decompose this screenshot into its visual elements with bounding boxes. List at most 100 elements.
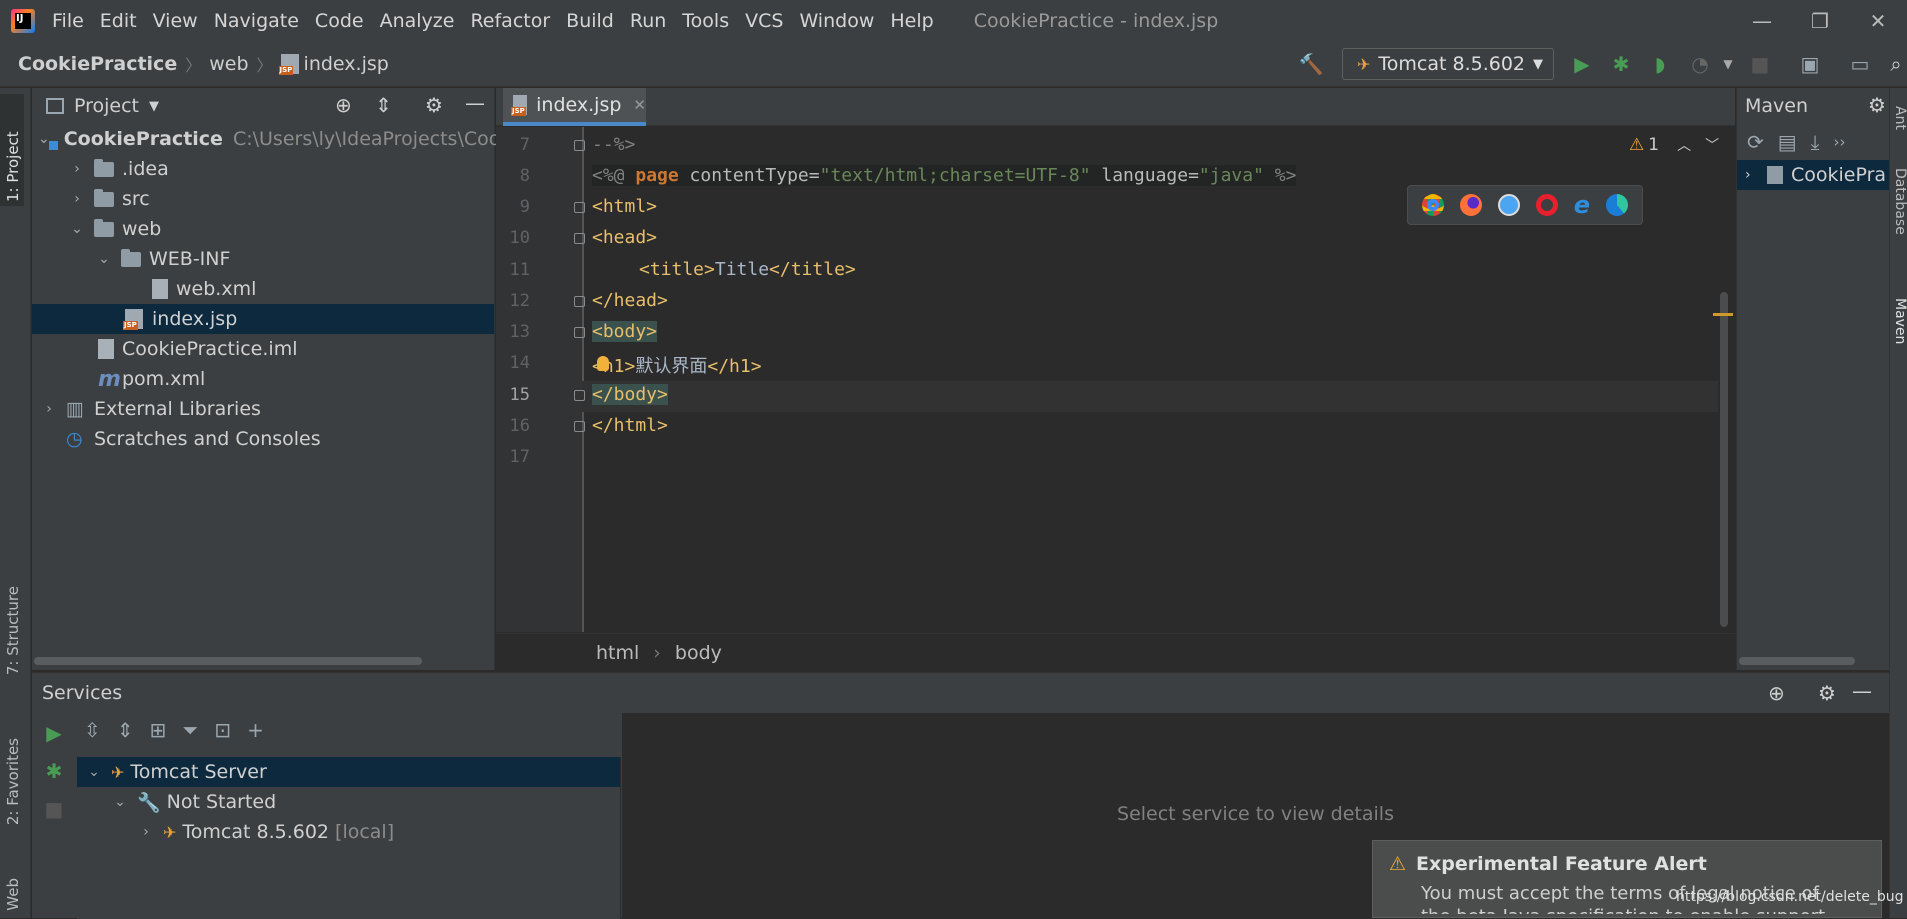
run-icon[interactable]: ▶ bbox=[1568, 50, 1596, 78]
tab-index-jsp[interactable]: index.jsp ✕ bbox=[503, 88, 646, 126]
gear-icon[interactable]: ⚙ bbox=[425, 93, 443, 117]
tree-item-web[interactable]: ⌄ web bbox=[32, 214, 494, 244]
restore-icon[interactable]: ❐ bbox=[1791, 0, 1849, 42]
fold-marker-icon[interactable] bbox=[574, 327, 585, 338]
chevron-down-icon[interactable]: ⌄ bbox=[93, 251, 115, 267]
add-icon[interactable]: + bbox=[247, 718, 264, 742]
tree-item-iml[interactable]: CookiePractice.iml bbox=[32, 334, 494, 364]
horizontal-scrollbar[interactable] bbox=[34, 657, 422, 665]
menu-vcs[interactable]: VCS bbox=[745, 10, 783, 32]
tree-item-extlib[interactable]: › ▥ External Libraries bbox=[32, 394, 494, 424]
build-hammer-icon[interactable]: 🔨 bbox=[1297, 50, 1325, 78]
stop-icon[interactable]: ■ bbox=[1746, 50, 1774, 78]
code-editor[interactable]: 7 8 9 10 11 12 13 14 15 16 17 --%> <%@ p… bbox=[496, 127, 1735, 632]
chevron-down-icon[interactable]: ⌄ bbox=[83, 764, 105, 780]
run-icon[interactable]: ▶ bbox=[46, 721, 61, 745]
collapse-all-icon[interactable]: ⇕ bbox=[117, 718, 134, 742]
more-run-chevron-icon[interactable]: ▼ bbox=[1714, 50, 1742, 78]
horizontal-scrollbar[interactable] bbox=[1739, 657, 1855, 665]
menu-view[interactable]: View bbox=[153, 10, 198, 32]
menu-code[interactable]: Code bbox=[315, 10, 364, 32]
search-icon[interactable]: ⌕ bbox=[1882, 50, 1907, 78]
coverage-icon[interactable]: ◗ bbox=[1646, 50, 1674, 78]
new-tab-icon[interactable]: ⊡ bbox=[214, 718, 231, 742]
nav-crumb-folder[interactable]: web bbox=[209, 53, 248, 75]
hide-icon[interactable]: — bbox=[465, 91, 485, 115]
fold-marker-icon[interactable] bbox=[574, 296, 585, 307]
chevron-down-icon[interactable]: ▼ bbox=[149, 99, 159, 114]
tree-item-indexjsp[interactable]: index.jsp bbox=[32, 304, 494, 334]
add-folder-icon[interactable]: ▤ bbox=[1778, 130, 1797, 154]
menu-refactor[interactable]: Refactor bbox=[470, 10, 550, 32]
run-configuration-select[interactable]: ✈ Tomcat 8.5.602 ▼ bbox=[1342, 48, 1554, 80]
ie-icon[interactable]: e bbox=[1574, 191, 1590, 219]
terminal-icon[interactable]: ▭ bbox=[1846, 50, 1874, 78]
chevron-down-icon[interactable]: ﹀ bbox=[1705, 135, 1719, 155]
notification-balloon[interactable]: ⚠ Experimental Feature Alert You must ac… bbox=[1372, 840, 1882, 918]
close-tab-icon[interactable]: ✕ bbox=[633, 96, 646, 114]
locate-icon[interactable]: ⊕ bbox=[1768, 681, 1785, 705]
breadcrumb-body[interactable]: body bbox=[675, 642, 722, 664]
opera-icon[interactable] bbox=[1535, 194, 1558, 216]
tool-tab-structure[interactable]: 7: Structure bbox=[4, 586, 22, 675]
group-by-icon[interactable]: ⊞ bbox=[150, 718, 167, 742]
error-stripe-marker[interactable] bbox=[1713, 313, 1733, 316]
chevron-right-icon[interactable]: › bbox=[1745, 167, 1767, 183]
download-icon[interactable]: ⤓ bbox=[1811, 130, 1820, 154]
tree-item-scratches[interactable]: ◷ Scratches and Consoles bbox=[32, 424, 494, 454]
stop-icon[interactable]: ■ bbox=[45, 797, 64, 821]
minimize-icon[interactable]: — bbox=[1733, 0, 1791, 42]
svc-item-tomcat-server[interactable]: ⌄ ✈ Tomcat Server bbox=[77, 757, 620, 787]
tool-tab-maven[interactable]: Maven bbox=[1892, 298, 1907, 344]
menu-build[interactable]: Build bbox=[566, 10, 614, 32]
menu-tools[interactable]: Tools bbox=[682, 10, 729, 32]
breadcrumb-html[interactable]: html bbox=[596, 642, 639, 664]
debug-icon[interactable]: ✱ bbox=[1607, 50, 1635, 78]
menu-window[interactable]: Window bbox=[799, 10, 874, 32]
tree-item-webinf[interactable]: ⌄ WEB-INF bbox=[32, 244, 494, 274]
chevron-down-icon[interactable]: ⌄ bbox=[66, 221, 88, 237]
chevron-down-icon[interactable]: ⌄ bbox=[109, 794, 131, 810]
menu-file[interactable]: File bbox=[52, 10, 84, 32]
menu-run[interactable]: Run bbox=[630, 10, 666, 32]
project-panel-title[interactable]: Project bbox=[74, 95, 139, 117]
fold-marker-icon[interactable] bbox=[574, 421, 585, 432]
svc-item-not-started[interactable]: ⌄ 🔧 Not Started bbox=[77, 787, 620, 817]
project-structure-icon[interactable]: ▣ bbox=[1796, 50, 1824, 78]
gear-icon[interactable]: ⚙ bbox=[1818, 681, 1836, 705]
tool-tab-favorites[interactable]: 2: Favorites bbox=[4, 738, 22, 825]
debug-icon[interactable]: ✱ bbox=[46, 759, 63, 783]
maven-tree-item[interactable]: › CookiePra bbox=[1737, 160, 1889, 190]
tool-tab-ant[interactable]: Ant bbox=[1892, 106, 1907, 130]
menu-edit[interactable]: Edit bbox=[100, 10, 137, 32]
expand-all-icon[interactable]: ⇳ bbox=[84, 718, 101, 742]
nav-crumb-project[interactable]: CookiePractice bbox=[18, 53, 177, 75]
tool-tab-project[interactable]: 1: Project bbox=[0, 94, 24, 206]
gear-icon[interactable]: ⚙ bbox=[1868, 93, 1886, 117]
edge-icon[interactable] bbox=[1606, 194, 1629, 216]
tool-tab-database[interactable]: Database bbox=[1892, 168, 1907, 235]
svc-item-tomcat-instance[interactable]: › ✈ Tomcat 8.5.602 [local] bbox=[77, 817, 620, 847]
tree-item-idea[interactable]: › .idea bbox=[32, 154, 494, 184]
chevron-right-icon[interactable]: › bbox=[66, 161, 88, 177]
locate-icon[interactable]: ⊕ bbox=[335, 93, 352, 117]
firefox-icon[interactable] bbox=[1459, 194, 1482, 216]
refresh-icon[interactable]: ⟳ bbox=[1747, 130, 1764, 154]
intention-bulb-icon[interactable] bbox=[597, 356, 609, 371]
fold-marker-icon[interactable] bbox=[574, 390, 585, 401]
menu-analyze[interactable]: Analyze bbox=[380, 10, 455, 32]
chevron-right-icon[interactable]: › bbox=[66, 191, 88, 207]
chevron-right-icon[interactable]: › bbox=[135, 824, 157, 840]
collapse-all-icon[interactable]: ⇕ bbox=[375, 93, 392, 117]
more-icon[interactable]: ›› bbox=[1834, 133, 1846, 151]
safari-icon[interactable] bbox=[1497, 194, 1520, 216]
tree-item-root[interactable]: ⌄ CookiePractice C:\Users\ly\IdeaProject… bbox=[32, 124, 511, 154]
fold-marker-icon[interactable] bbox=[574, 202, 585, 213]
chrome-icon[interactable] bbox=[1421, 194, 1444, 216]
tool-tab-web[interactable]: Web bbox=[4, 878, 22, 911]
menu-navigate[interactable]: Navigate bbox=[214, 10, 299, 32]
nav-crumb-file[interactable]: index.jsp bbox=[304, 53, 389, 75]
profile-icon[interactable]: ◔ bbox=[1686, 50, 1714, 78]
editor-vertical-scrollbar[interactable] bbox=[1720, 292, 1728, 627]
filter-icon[interactable]: ⏷ bbox=[182, 718, 198, 742]
